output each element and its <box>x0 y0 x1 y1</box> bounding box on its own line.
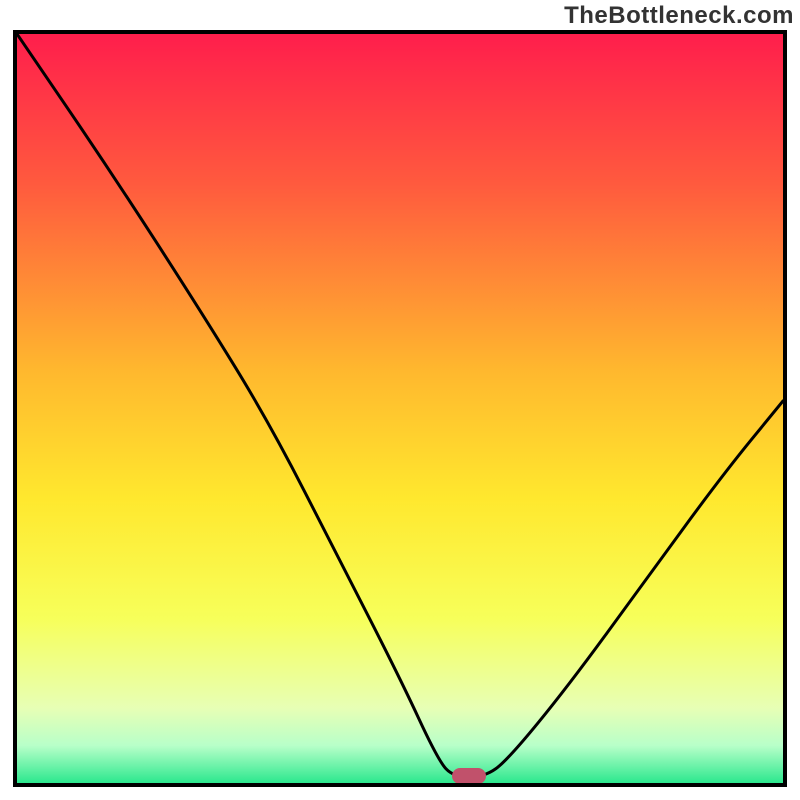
bottleneck-curve <box>17 34 783 783</box>
plot-area <box>17 34 783 783</box>
watermark-label: TheBottleneck.com <box>564 2 794 30</box>
plot-frame <box>13 30 787 787</box>
optimal-point-marker <box>452 768 486 784</box>
chart-root: TheBottleneck.com <box>0 0 800 800</box>
